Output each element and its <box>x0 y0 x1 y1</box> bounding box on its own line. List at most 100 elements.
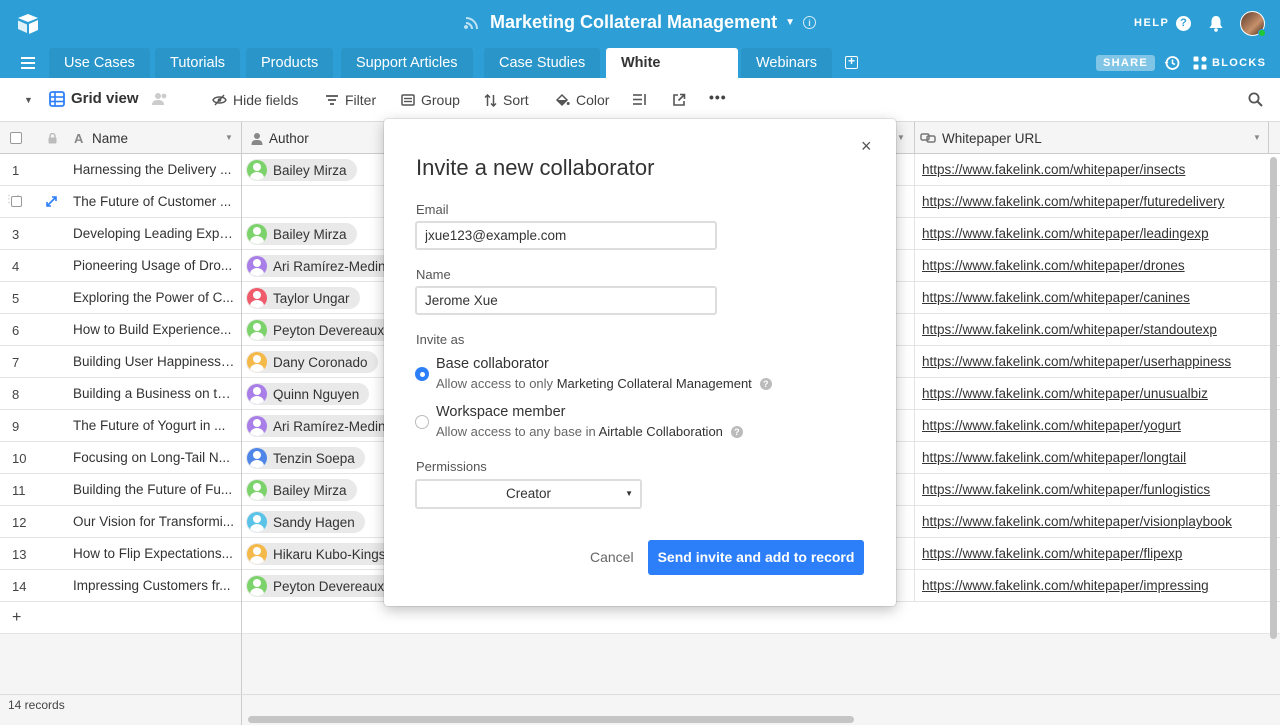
row-checkbox[interactable] <box>11 196 22 207</box>
blocks-button[interactable]: BLOCKS <box>1193 56 1266 70</box>
table-row[interactable]: 11 Building the Future of Fu... <box>0 474 241 506</box>
name-cell[interactable]: Impressing Customers fr... <box>73 578 235 593</box>
name-cell[interactable]: Developing Leading Expe... <box>73 226 235 241</box>
close-icon[interactable]: × <box>861 137 872 155</box>
bell-icon[interactable] <box>1208 15 1224 32</box>
chevron-down-icon[interactable]: ▼ <box>1253 133 1261 142</box>
share-button[interactable]: SHARE <box>1096 55 1156 71</box>
email-field[interactable] <box>415 221 717 250</box>
chevron-down-icon[interactable]: ▼ <box>225 133 233 142</box>
send-invite-button[interactable]: Send invite and add to record <box>648 540 864 575</box>
permissions-select[interactable]: Creator ▼ <box>415 479 642 509</box>
author-cell[interactable]: Bailey Mirza <box>246 479 357 501</box>
whitepaper-url-link[interactable]: https://www.fakelink.com/whitepaper/visi… <box>922 514 1232 529</box>
table-row[interactable]: ⋮⋮The Future of Customer ... <box>0 186 241 218</box>
menu-icon[interactable] <box>21 57 35 69</box>
author-column-header[interactable]: Author <box>269 131 309 146</box>
tab-webinars[interactable]: Webinars <box>741 48 832 78</box>
author-cell[interactable]: Tenzin Soepa <box>246 447 365 469</box>
name-cell[interactable]: Our Vision for Transformi... <box>73 514 235 529</box>
author-cell[interactable]: Taylor Ungar <box>246 287 360 309</box>
whitepaper-url-link[interactable]: https://www.fakelink.com/whitepaper/dron… <box>922 258 1185 273</box>
view-switcher[interactable]: Grid view <box>49 90 169 107</box>
table-row[interactable]: 8 Building a Business on th... <box>0 378 241 410</box>
name-cell[interactable]: The Future of Yogurt in ... <box>73 418 235 433</box>
whitepaper-url-link[interactable]: https://www.fakelink.com/whitepaper/funl… <box>922 482 1210 497</box>
tab-use-cases[interactable]: Use Cases <box>49 48 150 78</box>
whitepaper-url-link[interactable]: https://www.fakelink.com/whitepaper/cani… <box>922 290 1190 305</box>
author-cell[interactable]: Peyton Devereaux <box>246 575 395 597</box>
name-cell[interactable]: Pioneering Usage of Dro... <box>73 258 235 273</box>
hide-fields-button[interactable]: Hide fields <box>212 92 298 108</box>
whitepaper-url-link[interactable]: https://www.fakelink.com/whitepaper/long… <box>922 450 1186 465</box>
help-link[interactable]: HELP <box>1134 17 1169 29</box>
table-row[interactable]: 10 Focusing on Long-Tail N... <box>0 442 241 474</box>
name-cell[interactable]: Building the Future of Fu... <box>73 482 235 497</box>
tab-products[interactable]: Products <box>246 48 334 78</box>
tab-white-papers[interactable]: White Papers▼ <box>606 48 738 101</box>
chevron-down-icon[interactable]: ▼ <box>897 133 905 142</box>
add-table-icon[interactable]: + <box>845 55 858 69</box>
whitepaper-url-link[interactable]: https://www.fakelink.com/whitepaper/futu… <box>922 194 1224 209</box>
airtable-logo-icon[interactable] <box>16 12 40 36</box>
more-options-icon[interactable]: ••• <box>709 89 727 105</box>
author-cell[interactable]: Bailey Mirza <box>246 223 357 245</box>
whitepaper-url-link[interactable]: https://www.fakelink.com/whitepaper/yogu… <box>922 418 1181 433</box>
select-all-checkbox[interactable] <box>10 132 22 144</box>
whitepaper-url-link[interactable]: https://www.fakelink.com/whitepaper/inse… <box>922 162 1185 177</box>
author-cell[interactable]: Dany Coronado <box>246 351 378 373</box>
history-icon[interactable] <box>1164 55 1180 71</box>
group-button[interactable]: Group <box>401 92 460 108</box>
name-cell[interactable]: Building User Happiness ... <box>73 354 235 369</box>
table-row[interactable]: 1 Harnessing the Delivery ... <box>0 154 241 186</box>
color-button[interactable]: Color <box>555 92 609 108</box>
question-icon[interactable]: ? <box>730 426 743 438</box>
whitepaper-url-link[interactable]: https://www.fakelink.com/whitepaper/user… <box>922 354 1231 369</box>
name-cell[interactable]: How to Flip Expectations... <box>73 546 235 561</box>
table-row[interactable]: 9 The Future of Yogurt in ... <box>0 410 241 442</box>
search-icon[interactable] <box>1248 92 1263 107</box>
whitepaper-url-link[interactable]: https://www.fakelink.com/whitepaper/flip… <box>922 546 1182 561</box>
name-cell[interactable]: The Future of Customer ... <box>73 194 235 209</box>
name-field[interactable] <box>415 286 717 315</box>
whitepaper-url-link[interactable]: https://www.fakelink.com/whitepaper/impr… <box>922 578 1209 593</box>
whitepaper-url-link[interactable]: https://www.fakelink.com/whitepaper/unus… <box>922 386 1208 401</box>
add-row-icon[interactable]: + <box>12 609 21 627</box>
view-list-toggle-icon[interactable]: ▼ <box>24 95 33 105</box>
question-icon[interactable]: ? <box>759 378 772 390</box>
base-collaborator-title[interactable]: Base collaborator <box>436 356 549 372</box>
chevron-down-icon[interactable]: ▼ <box>785 17 795 28</box>
table-row[interactable]: 13 How to Flip Expectations... <box>0 538 241 570</box>
author-cell[interactable]: Sandy Hagen <box>246 511 365 533</box>
author-cell[interactable]: Bailey Mirza <box>246 159 357 181</box>
workspace-member-title[interactable]: Workspace member <box>436 404 565 420</box>
share-view-icon[interactable] <box>672 93 686 107</box>
table-row[interactable]: 4 Pioneering Usage of Dro... <box>0 250 241 282</box>
workspace-member-radio[interactable] <box>415 415 429 429</box>
tab-support-articles[interactable]: Support Articles <box>341 48 473 78</box>
table-row[interactable]: 3 Developing Leading Expe... <box>0 218 241 250</box>
filter-button[interactable]: Filter <box>325 92 376 108</box>
name-cell[interactable]: Building a Business on th... <box>73 386 235 401</box>
table-row[interactable]: 5 Exploring the Power of C... <box>0 282 241 314</box>
sort-button[interactable]: Sort <box>484 92 529 108</box>
horizontal-scrollbar[interactable] <box>248 716 854 723</box>
base-title[interactable]: Marketing Collateral Management ▼ i <box>464 12 816 33</box>
vertical-scrollbar[interactable] <box>1270 157 1277 639</box>
cancel-button[interactable]: Cancel <box>590 549 634 565</box>
author-cell[interactable]: Ari Ramírez-Medina <box>246 415 404 437</box>
add-row[interactable]: + <box>0 602 241 634</box>
table-row[interactable]: 12 Our Vision for Transformi... <box>0 506 241 538</box>
info-icon[interactable]: i <box>802 16 816 29</box>
name-cell[interactable]: Focusing on Long-Tail N... <box>73 450 235 465</box>
name-cell[interactable]: Exploring the Power of C... <box>73 290 235 305</box>
table-row[interactable]: 14 Impressing Customers fr... <box>0 570 241 602</box>
table-row[interactable]: 7 Building User Happiness ... <box>0 346 241 378</box>
author-cell[interactable]: Ari Ramírez-Medina <box>246 255 404 277</box>
tab-case-studies[interactable]: Case Studies <box>484 48 601 78</box>
name-column-header[interactable]: Name <box>92 131 128 146</box>
whitepaper-url-link[interactable]: https://www.fakelink.com/whitepaper/lead… <box>922 226 1209 241</box>
whitepaper-url-column-header[interactable]: Whitepaper URL <box>942 131 1042 146</box>
tab-tutorials[interactable]: Tutorials <box>155 48 241 78</box>
base-collaborator-radio[interactable] <box>415 367 429 381</box>
